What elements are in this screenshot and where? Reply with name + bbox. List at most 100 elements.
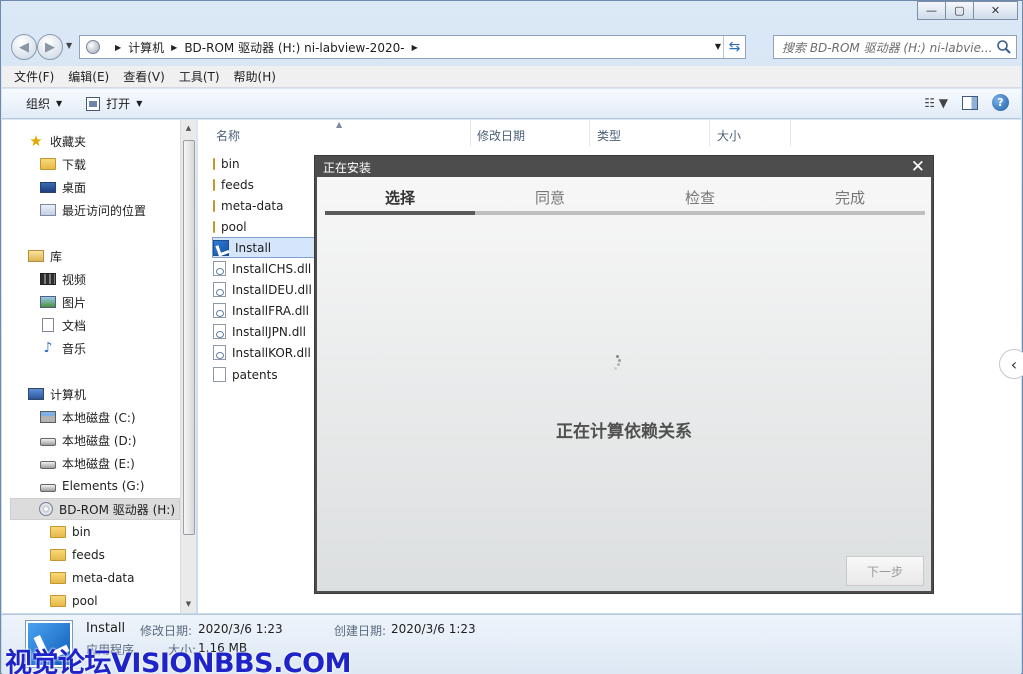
nav-videos[interactable]: 视频: [40, 268, 86, 290]
next-button[interactable]: 下一步: [846, 556, 924, 586]
back-button[interactable]: ◀: [11, 34, 37, 60]
dialog-close-button[interactable]: ✕: [911, 157, 925, 177]
nav-drive-d[interactable]: 本地磁盘 (D:): [40, 429, 136, 451]
nav-downloads[interactable]: 下载: [40, 153, 86, 175]
menu-file[interactable]: 文件(F): [14, 68, 54, 85]
folder-icon: [50, 572, 66, 584]
dll-file-icon: [213, 261, 226, 276]
menu-help[interactable]: 帮助(H): [234, 68, 276, 85]
search-placeholder: 搜索 BD-ROM 驱动器 (H:) ni-labvie...: [782, 40, 993, 55]
nav-label: 计算机: [50, 387, 87, 402]
nav-drive-h[interactable]: BD-ROM 驱动器 (H:): [10, 498, 180, 520]
organize-label: 组织: [26, 97, 51, 111]
address-bar[interactable]: ▶ 计算机 ▶ BD-ROM 驱动器 (H:) ni-labview-2020-…: [79, 35, 746, 59]
folder-icon: [213, 220, 215, 233]
breadcrumb-computer[interactable]: 计算机: [128, 39, 164, 56]
address-dropdown-icon[interactable]: ▼: [715, 42, 721, 51]
chevron-left-button[interactable]: ‹: [999, 349, 1023, 379]
menu-view[interactable]: 查看(V): [123, 68, 165, 85]
dll-file-icon: [213, 324, 226, 339]
documents-icon: [42, 318, 54, 332]
file-row[interactable]: InstallKOR.dll: [213, 342, 311, 363]
minimize-button[interactable]: —: [917, 1, 946, 20]
column-divider[interactable]: [470, 120, 471, 146]
nav-label: 本地磁盘 (C:): [62, 410, 136, 425]
loading-spinner-icon: [609, 355, 623, 373]
column-divider[interactable]: [709, 120, 710, 146]
column-size[interactable]: 大小: [717, 127, 741, 144]
nav-drive-g[interactable]: Elements (G:): [40, 475, 144, 497]
recent-places-icon: [40, 204, 56, 216]
help-icon[interactable]: ?: [992, 94, 1009, 111]
scroll-down-icon[interactable]: ▼: [181, 600, 196, 608]
nav-recent-places[interactable]: 最近访问的位置: [40, 199, 146, 221]
scroll-up-icon[interactable]: ▲: [181, 124, 196, 132]
window-controls: — ▢ ✕: [917, 1, 1018, 20]
folder-icon: [50, 595, 66, 607]
column-modified[interactable]: 修改日期: [477, 127, 525, 144]
nav-drive-c[interactable]: 本地磁盘 (C:): [40, 406, 136, 428]
nav-label: Elements (G:): [62, 479, 145, 493]
column-type[interactable]: 类型: [597, 127, 621, 144]
step-select: 选择: [384, 189, 415, 207]
nav-scroll-thumb[interactable]: [183, 140, 195, 535]
back-arrow-icon: ◀: [19, 39, 29, 55]
file-row[interactable]: pool: [213, 216, 247, 237]
dll-file-icon: [213, 345, 226, 360]
drive-location-icon: [86, 40, 100, 54]
search-icon[interactable]: [996, 39, 1012, 55]
open-button[interactable]: 打开 ▼: [86, 95, 142, 112]
file-row[interactable]: InstallJPN.dll: [213, 321, 306, 342]
close-button[interactable]: ✕: [973, 1, 1018, 20]
created-value: 2020/3/6 1:23: [391, 622, 476, 636]
nav-libraries[interactable]: 库: [28, 245, 62, 267]
chevron-right-icon[interactable]: ▶: [412, 43, 418, 52]
chevron-right-icon[interactable]: ▶: [171, 43, 177, 52]
nav-folder-pool[interactable]: pool: [50, 590, 98, 612]
file-name: feeds: [221, 177, 254, 192]
column-name[interactable]: 名称: [216, 127, 240, 144]
forward-button[interactable]: ▶: [37, 34, 63, 60]
file-row-selected[interactable]: Install: [212, 237, 322, 258]
file-name: InstallKOR.dll: [232, 345, 311, 360]
nav-label: 视频: [62, 272, 87, 287]
change-view-icon[interactable]: ☷ ▼: [924, 96, 948, 110]
dialog-status-text: 正在计算依赖关系: [556, 422, 692, 442]
folder-icon: [50, 549, 66, 561]
nav-scrollbar[interactable]: ▲ ▼: [180, 120, 196, 613]
chevron-right-icon[interactable]: ▶: [115, 43, 121, 52]
menu-tools[interactable]: 工具(T): [179, 68, 220, 85]
nav-pictures[interactable]: 图片: [40, 291, 86, 313]
nav-label: meta-data: [72, 571, 135, 585]
nav-computer[interactable]: 计算机: [28, 383, 86, 405]
folder-icon: [213, 157, 215, 170]
recent-pages-dropdown[interactable]: ▼: [66, 41, 72, 50]
organize-button[interactable]: 组织 ▼: [26, 95, 62, 112]
nav-folder-bin[interactable]: bin: [50, 521, 91, 543]
file-row[interactable]: feeds: [213, 174, 254, 195]
file-row[interactable]: meta-data: [213, 195, 284, 216]
file-row[interactable]: bin: [213, 153, 240, 174]
nav-favorites[interactable]: ★ 收藏夹: [28, 130, 86, 152]
nav-label: 收藏夹: [50, 134, 87, 149]
nav-documents[interactable]: 文档: [40, 314, 86, 336]
column-divider[interactable]: [589, 120, 590, 146]
nav-folder-feeds[interactable]: feeds: [50, 544, 105, 566]
breadcrumb-drive[interactable]: BD-ROM 驱动器 (H:) ni-labview-2020-: [184, 39, 404, 56]
computer-icon: [28, 388, 44, 400]
nav-music[interactable]: ♪ 音乐: [40, 337, 86, 359]
column-divider[interactable]: [790, 120, 791, 146]
file-row[interactable]: patents: [213, 364, 278, 385]
maximize-button[interactable]: ▢: [945, 1, 974, 20]
menu-edit[interactable]: 编辑(E): [68, 68, 109, 85]
nav-drive-e[interactable]: 本地磁盘 (E:): [40, 452, 135, 474]
file-row[interactable]: InstallDEU.dll: [213, 279, 312, 300]
file-row[interactable]: InstallFRA.dll: [213, 300, 309, 321]
preview-pane-icon[interactable]: [962, 95, 978, 110]
nav-desktop[interactable]: 桌面: [40, 176, 86, 198]
nav-folder-meta-data[interactable]: meta-data: [50, 567, 135, 589]
search-input[interactable]: 搜索 BD-ROM 驱动器 (H:) ni-labvie...: [773, 35, 1017, 59]
refresh-button[interactable]: ⇆: [723, 36, 745, 58]
installer-icon: [213, 239, 229, 256]
file-row[interactable]: InstallCHS.dll: [213, 258, 311, 279]
